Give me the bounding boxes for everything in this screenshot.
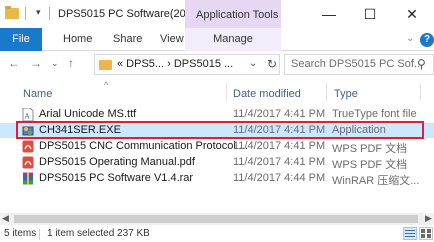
file-name: DPS5015 CNC Communication Protocol ...	[39, 140, 249, 152]
file-type: TrueType font file	[332, 108, 417, 120]
folder-icon	[99, 60, 112, 70]
search-placeholder: Search DPS5015 PC Sof...	[291, 58, 424, 70]
search-input[interactable]: Search DPS5015 PC Sof... ⚲	[284, 54, 434, 75]
rar-file-icon	[23, 172, 33, 185]
tab-view[interactable]: View	[160, 28, 184, 51]
column-header-name[interactable]: Name	[23, 88, 52, 100]
breadcrumb[interactable]: « DPS5... › DPS5015 ...	[117, 58, 233, 70]
column-header-date[interactable]: Date modified	[233, 88, 301, 100]
column-header-type[interactable]: Type	[334, 88, 358, 100]
file-name: CH341SER.EXE	[39, 124, 121, 136]
file-row[interactable]: DPS5015 Operating Manual.pdf 11/4/2017 4…	[0, 155, 434, 171]
file-date: 11/4/2017 4:41 PM	[233, 108, 326, 120]
file-date: 11/4/2017 4:41 PM	[233, 140, 326, 152]
status-bar: 5 items 1 item selected 237 KB	[0, 225, 434, 242]
column-divider[interactable]	[420, 83, 421, 101]
file-date: 11/4/2017 4:41 PM	[233, 156, 326, 168]
status-divider	[39, 229, 40, 240]
scroll-left-icon[interactable]: ◀	[2, 213, 9, 224]
large-icons-view-glyph	[421, 229, 431, 238]
horizontal-scrollbar[interactable]: ◀ ▶	[0, 213, 434, 225]
search-icon[interactable]: ⚲	[417, 57, 426, 71]
address-dropdown-icon[interactable]: ⌄	[249, 58, 257, 69]
refresh-icon[interactable]: ↻	[267, 57, 277, 71]
quick-access-dropdown-icon[interactable]: ▾	[36, 7, 41, 18]
file-type: WPS PDF 文档	[332, 143, 408, 155]
tab-manage[interactable]: Manage	[185, 28, 281, 51]
up-arrow-icon[interactable]: ↑	[68, 56, 74, 70]
help-icon[interactable]: ?	[420, 33, 434, 47]
selection-info: 1 item selected 237 KB	[47, 228, 150, 239]
file-row-selected[interactable]: CH341SER.EXE 11/4/2017 4:41 PM Applicati…	[0, 123, 434, 138]
file-row[interactable]: DPS5015 PC Software V1.4.rar 11/4/2017 4…	[0, 171, 434, 187]
recent-locations-chevron-icon[interactable]: ⌄	[51, 58, 59, 69]
column-header-row: ^ Name Date modified Type	[0, 80, 434, 102]
pdf-file-icon	[22, 156, 34, 169]
scroll-right-icon[interactable]: ▶	[425, 213, 432, 224]
minimize-button[interactable]: —	[314, 3, 344, 25]
address-bar[interactable]: « DPS5... › DPS5015 ... ⌄ ↻	[94, 54, 280, 75]
file-type: Application	[332, 124, 386, 136]
file-name: Arial Unicode MS.ttf	[39, 108, 137, 120]
file-date: 11/4/2017 4:44 PM	[233, 172, 326, 184]
column-divider[interactable]	[226, 83, 227, 101]
details-view-icon[interactable]	[403, 227, 417, 240]
ribbon-expand-icon[interactable]: ⌄	[406, 33, 414, 44]
pdf-file-icon	[22, 140, 34, 153]
file-date: 11/4/2017 4:41 PM	[233, 124, 326, 136]
context-tab-header: Application Tools	[196, 9, 279, 21]
file-type: WPS PDF 文档	[332, 159, 408, 171]
sort-caret-icon: ^	[104, 80, 109, 90]
details-view-glyph	[405, 230, 415, 237]
font-file-icon: A	[22, 108, 34, 121]
forward-arrow-icon[interactable]: →	[30, 56, 42, 70]
close-button[interactable]: ✕	[397, 3, 427, 25]
navigation-bar: ← → ⌄ ↑ « DPS5... › DPS5015 ... ⌄ ↻ Sear…	[0, 51, 434, 78]
tab-home[interactable]: Home	[63, 28, 92, 51]
file-row[interactable]: DPS5015 CNC Communication Protocol ... 1…	[0, 139, 434, 155]
svg-text:A: A	[24, 113, 31, 121]
tab-file[interactable]: File	[0, 28, 42, 51]
column-divider[interactable]	[326, 83, 327, 101]
back-arrow-icon[interactable]: ←	[8, 56, 20, 70]
file-name: DPS5015 PC Software V1.4.rar	[39, 172, 194, 184]
file-name: DPS5015 Operating Manual.pdf	[39, 156, 195, 168]
ribbon-tab-row: File Home Share View Manage ⌄ ?	[0, 28, 434, 51]
file-type: WinRAR 压缩文...	[332, 175, 420, 187]
scrollbar-thumb[interactable]	[14, 215, 418, 223]
title-separator	[49, 7, 50, 20]
exe-file-icon	[22, 126, 34, 136]
tab-share[interactable]: Share	[113, 28, 142, 51]
file-row[interactable]: A Arial Unicode MS.ttf 11/4/2017 4:41 PM…	[0, 107, 434, 122]
title-bar: ▾ DPS5015 PC Software(2017.11... Applica…	[0, 0, 434, 35]
item-count: 5 items	[4, 228, 37, 239]
maximize-button[interactable]: ☐	[355, 3, 385, 25]
large-icons-view-icon[interactable]	[419, 227, 433, 240]
folder-icon	[5, 6, 19, 19]
title-separator	[25, 7, 26, 20]
